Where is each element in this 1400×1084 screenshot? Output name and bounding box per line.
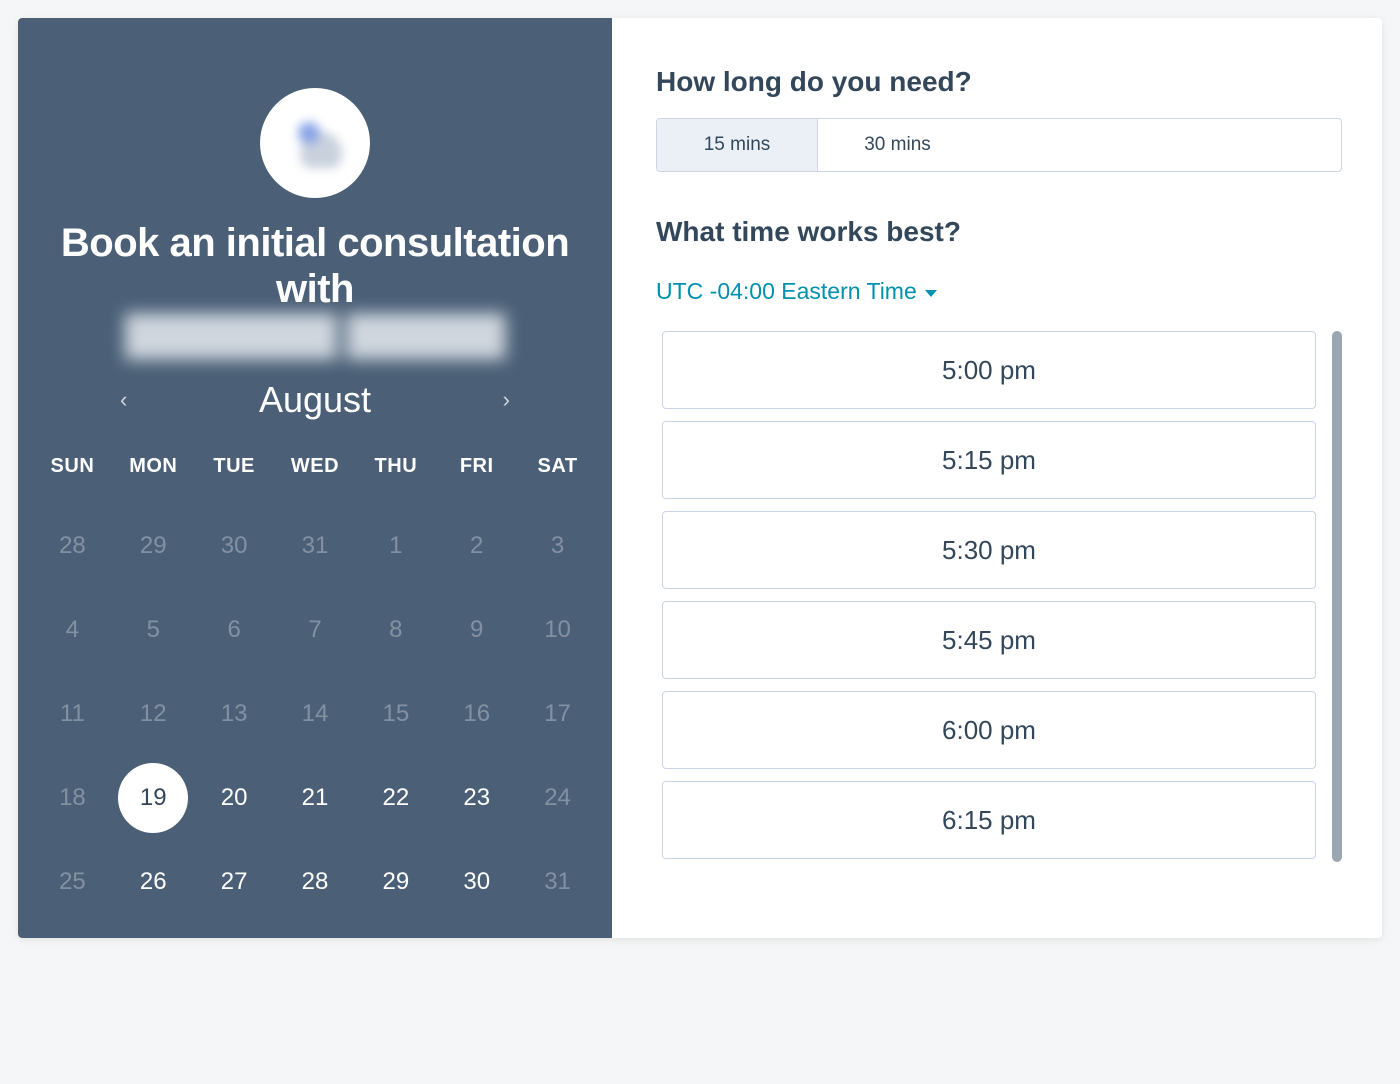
time-panel: How long do you need? 15 mins30 mins Wha…: [612, 18, 1382, 938]
calendar-day: 25: [32, 840, 113, 924]
scrollbar[interactable]: [1332, 331, 1342, 908]
calendar-day: 1: [355, 504, 436, 588]
calendar-day: 7: [275, 588, 356, 672]
calendar-panel: Book an initial consultation with ██████…: [18, 18, 612, 938]
scrollbar-thumb[interactable]: [1332, 331, 1342, 862]
timezone-dropdown[interactable]: UTC -04:00 Eastern Time: [656, 278, 1342, 305]
duration-option[interactable]: 15 mins: [657, 119, 817, 171]
caret-down-icon: [925, 290, 937, 297]
calendar-day[interactable]: 19: [113, 756, 194, 840]
timeslot-list: 5:00 pm 5:15 pm 5:30 pm 5:45 pm 6:00 pm 6:15 …: [656, 331, 1318, 908]
calendar-grid: SUNMONTUEWEDTHUFRISAT 282930311234567891…: [32, 455, 598, 924]
title-line-2-obscured: ████████ ██████: [125, 315, 505, 359]
calendar-day: 14: [275, 672, 356, 756]
calendar-day: 10: [517, 588, 598, 672]
calendar-day[interactable]: 23: [436, 756, 517, 840]
timeslot-option[interactable]: 5:15 pm: [662, 421, 1316, 499]
calendar-day[interactable]: 26: [113, 840, 194, 924]
timeslot-option[interactable]: 5:00 pm: [662, 331, 1316, 409]
calendar-day[interactable]: 28: [275, 840, 356, 924]
time-question: What time works best?: [656, 216, 1342, 248]
dow-header: SAT: [517, 455, 598, 504]
title-line-1: Book an initial consultation with: [61, 221, 569, 311]
timeslot-option[interactable]: 6:15 pm: [662, 781, 1316, 859]
calendar-day: 2: [436, 504, 517, 588]
dow-header: SUN: [32, 455, 113, 504]
calendar-day[interactable]: 20: [194, 756, 275, 840]
dow-header: WED: [275, 455, 356, 504]
calendar-day: 29: [113, 504, 194, 588]
avatar: [260, 88, 370, 198]
calendar-day[interactable]: 29: [355, 840, 436, 924]
dow-header: MON: [113, 455, 194, 504]
calendar-day: 31: [517, 840, 598, 924]
calendar-day: 24: [517, 756, 598, 840]
dow-header: THU: [355, 455, 436, 504]
calendar-day: 3: [517, 504, 598, 588]
month-label: August: [259, 379, 371, 421]
duration-question: How long do you need?: [656, 66, 1342, 98]
booking-card: Book an initial consultation with ██████…: [18, 18, 1382, 938]
month-navigation: ‹ August ›: [32, 379, 598, 421]
timezone-label: UTC -04:00 Eastern Time: [656, 278, 917, 305]
calendar-day: 5: [113, 588, 194, 672]
calendar-day[interactable]: 30: [436, 840, 517, 924]
calendar-day: 28: [32, 504, 113, 588]
calendar-day: 11: [32, 672, 113, 756]
avatar-image: [269, 97, 361, 189]
calendar-day[interactable]: 21: [275, 756, 356, 840]
calendar-day: 4: [32, 588, 113, 672]
calendar-day: 8: [355, 588, 436, 672]
timeslot-option[interactable]: 6:00 pm: [662, 691, 1316, 769]
calendar-day: 18: [32, 756, 113, 840]
calendar-day[interactable]: 27: [194, 840, 275, 924]
calendar-day[interactable]: 22: [355, 756, 436, 840]
calendar-day: 12: [113, 672, 194, 756]
calendar-day: 31: [275, 504, 356, 588]
calendar-day: 15: [355, 672, 436, 756]
dow-header: TUE: [194, 455, 275, 504]
timeslot-option[interactable]: 5:30 pm: [662, 511, 1316, 589]
duration-option[interactable]: 30 mins: [817, 119, 977, 171]
timeslot-option[interactable]: 5:45 pm: [662, 601, 1316, 679]
timeslot-scroll-area: 5:00 pm 5:15 pm 5:30 pm 5:45 pm 6:00 pm 6:15 …: [656, 331, 1342, 908]
calendar-day: 30: [194, 504, 275, 588]
chevron-left-icon[interactable]: ‹: [112, 381, 135, 419]
chevron-right-icon[interactable]: ›: [495, 381, 518, 419]
calendar-day: 9: [436, 588, 517, 672]
calendar-day: 17: [517, 672, 598, 756]
dow-header: FRI: [436, 455, 517, 504]
calendar-day: 6: [194, 588, 275, 672]
calendar-day: 16: [436, 672, 517, 756]
duration-toggle-group: 15 mins30 mins: [656, 118, 1342, 172]
calendar-day: 13: [194, 672, 275, 756]
page-title: Book an initial consultation with ██████…: [32, 220, 598, 359]
